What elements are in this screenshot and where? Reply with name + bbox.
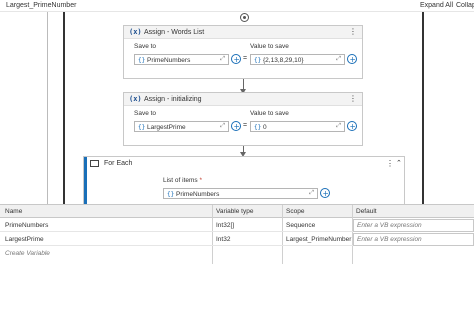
value-to-save-label: Value to save bbox=[250, 110, 289, 117]
add-variable-icon[interactable]: + bbox=[231, 54, 241, 64]
add-variable-icon[interactable]: + bbox=[320, 188, 330, 198]
variable-name[interactable]: PrimeNumbers bbox=[5, 222, 48, 229]
list-of-items-value: PrimeNumbers bbox=[176, 190, 220, 198]
default-value-field[interactable]: Enter a VB expression bbox=[353, 219, 474, 232]
value-to-save-value: {2,13,8,29,10} bbox=[263, 56, 304, 64]
variables-panel: Name Variable type Scope Default PrimeNu… bbox=[0, 204, 474, 323]
equals-sign: = bbox=[243, 122, 248, 129]
variable-scope[interactable]: Largest_PrimeNumber bbox=[286, 236, 351, 243]
assign-activity-words-list[interactable]: (x) Assign - Words List ⋮ Save to {} Pri… bbox=[123, 25, 363, 79]
braces-icon: {} bbox=[254, 56, 262, 64]
column-header-scope[interactable]: Scope bbox=[286, 208, 304, 215]
designer-toolbar: Largest_PrimeNumber Expand All Collapse … bbox=[0, 0, 474, 12]
save-to-label: Save to bbox=[134, 43, 157, 50]
braces-icon: {} bbox=[167, 190, 175, 198]
sequence-border-right bbox=[422, 12, 424, 204]
variable-name[interactable]: LargestPrime bbox=[5, 236, 44, 243]
save-to-value: PrimeNumbers bbox=[147, 56, 191, 64]
assign-activity-initializing[interactable]: (x) Assign - initializing ⋮ Save to {} L… bbox=[123, 92, 363, 146]
create-variable-row[interactable]: Create Variable bbox=[0, 247, 474, 260]
column-header-default[interactable]: Default bbox=[356, 208, 377, 215]
expand-editor-icon[interactable]: ⤢ bbox=[336, 56, 341, 63]
value-to-save-label: Value to save bbox=[250, 43, 289, 50]
collapse-all-button[interactable]: Collapse All bbox=[456, 2, 474, 9]
activity-title: For Each bbox=[104, 160, 133, 167]
variable-icon: (x) bbox=[129, 28, 142, 36]
foreach-icon bbox=[90, 160, 99, 167]
more-options-icon[interactable]: ⋮ bbox=[349, 27, 357, 36]
equals-sign: = bbox=[243, 55, 248, 62]
foreach-activity[interactable]: For Each ⋮ ⌃ List of items * {} PrimeNum… bbox=[83, 156, 405, 204]
activity-header: (x) Assign - Words List ⋮ bbox=[124, 26, 362, 39]
sequence-border-inner bbox=[47, 12, 48, 204]
value-to-save-field[interactable]: {} {2,13,8,29,10} ⤢ bbox=[250, 54, 345, 65]
table-row[interactable]: LargestPrime Int32 Largest_PrimeNumber E… bbox=[0, 233, 474, 246]
default-placeholder: Enter a VB expression bbox=[357, 236, 422, 243]
expand-editor-icon[interactable]: ⤢ bbox=[336, 123, 341, 130]
default-placeholder: Enter a VB expression bbox=[357, 222, 422, 229]
expand-all-button[interactable]: Expand All bbox=[420, 2, 453, 9]
save-to-field[interactable]: {} PrimeNumbers ⤢ bbox=[134, 54, 229, 65]
column-header-type[interactable]: Variable type bbox=[216, 208, 253, 215]
activity-title: Assign - Words List bbox=[144, 28, 205, 36]
list-of-items-field[interactable]: {} PrimeNumbers ⤢ bbox=[163, 188, 318, 199]
workflow-breadcrumb[interactable]: Largest_PrimeNumber bbox=[6, 2, 76, 9]
value-to-save-value: 0 bbox=[263, 123, 267, 131]
column-header-name[interactable]: Name bbox=[5, 208, 22, 215]
list-of-items-label: List of items * bbox=[163, 177, 203, 184]
expand-editor-icon[interactable]: ⤢ bbox=[220, 123, 225, 130]
variables-header: Name Variable type Scope Default bbox=[0, 205, 474, 218]
selection-accent bbox=[84, 157, 87, 204]
create-variable-link[interactable]: Create Variable bbox=[5, 250, 50, 257]
table-row[interactable]: PrimeNumbers Int32[] Sequence Enter a VB… bbox=[0, 219, 474, 232]
add-activity-icon[interactable] bbox=[240, 13, 249, 22]
more-options-icon[interactable]: ⋮ bbox=[349, 94, 357, 103]
braces-icon: {} bbox=[138, 123, 146, 131]
sequence-border-left bbox=[63, 12, 65, 204]
activity-header: (x) Assign - initializing ⋮ bbox=[124, 93, 362, 106]
default-value-field[interactable]: Enter a VB expression bbox=[353, 233, 474, 246]
variable-icon: (x) bbox=[129, 95, 142, 103]
value-to-save-field[interactable]: {} 0 ⤢ bbox=[250, 121, 345, 132]
braces-icon: {} bbox=[138, 56, 146, 64]
save-to-field[interactable]: {} LargestPrime ⤢ bbox=[134, 121, 229, 132]
braces-icon: {} bbox=[254, 123, 262, 131]
variable-type[interactable]: Int32[] bbox=[216, 222, 234, 229]
variable-scope[interactable]: Sequence bbox=[286, 222, 315, 229]
add-expression-icon[interactable]: + bbox=[347, 121, 357, 131]
expand-editor-icon[interactable]: ⤢ bbox=[220, 56, 225, 63]
designer-canvas: (x) Assign - Words List ⋮ Save to {} Pri… bbox=[0, 12, 474, 204]
add-variable-icon[interactable]: + bbox=[231, 121, 241, 131]
activity-title: Assign - initializing bbox=[144, 95, 202, 103]
expand-editor-icon[interactable]: ⤢ bbox=[309, 190, 314, 197]
add-expression-icon[interactable]: + bbox=[347, 54, 357, 64]
save-to-value: LargestPrime bbox=[147, 123, 186, 131]
more-options-icon[interactable]: ⋮ bbox=[386, 159, 394, 168]
collapse-icon[interactable]: ⌃ bbox=[396, 159, 402, 167]
save-to-label: Save to bbox=[134, 110, 157, 117]
variable-type[interactable]: Int32 bbox=[216, 236, 230, 243]
